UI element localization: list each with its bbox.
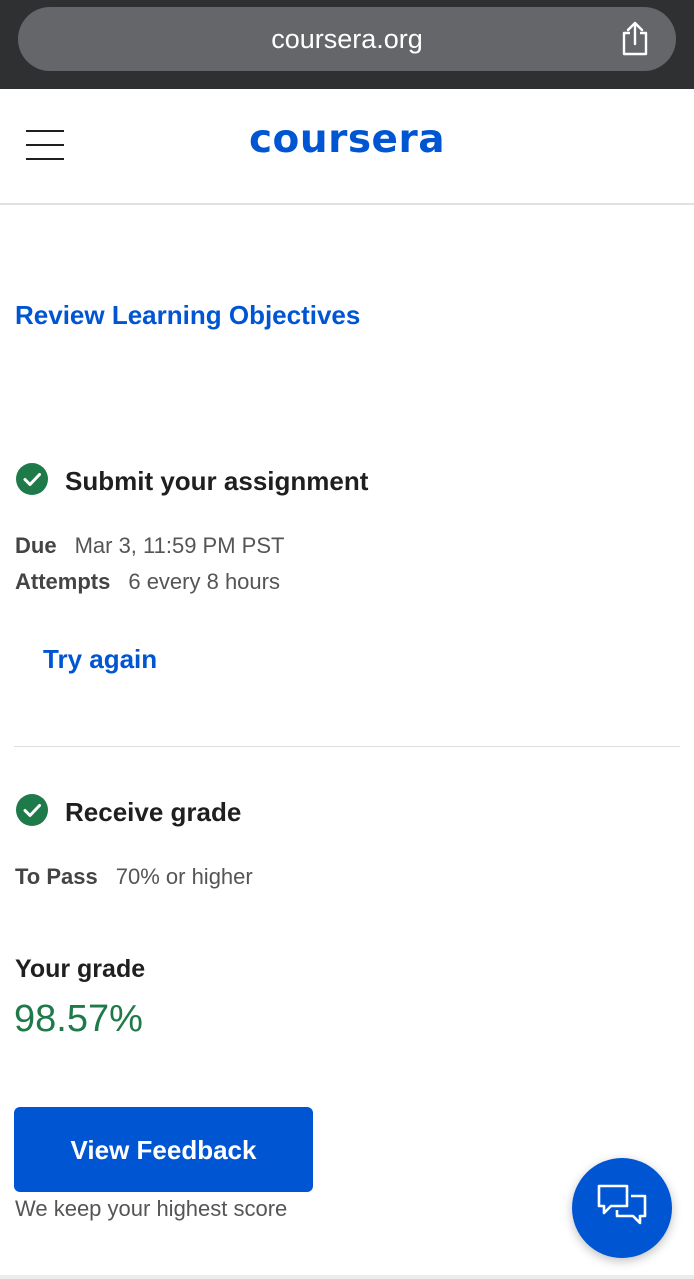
to-pass-value: 70% or higher: [115, 864, 253, 889]
chat-bubbles-icon: [597, 1184, 647, 1225]
to-pass-row: To Pass 70% or higher: [15, 864, 253, 890]
url-text[interactable]: coursera.org: [18, 7, 676, 71]
coursera-logo[interactable]: coursera: [0, 117, 694, 162]
bottom-edge: [0, 1275, 694, 1279]
share-icon[interactable]: [618, 21, 652, 57]
browser-bar: coursera.org: [0, 0, 694, 89]
view-feedback-button[interactable]: View Feedback: [14, 1107, 313, 1192]
due-value: Mar 3, 11:59 PM PST: [74, 533, 285, 558]
section-divider: [14, 746, 680, 747]
chat-button[interactable]: [572, 1158, 672, 1258]
submit-assignment-title: Submit your assignment: [65, 466, 369, 496]
highest-score-note: We keep your highest score: [15, 1196, 288, 1221]
your-grade-value: 98.57%: [14, 998, 143, 1040]
address-bar[interactable]: coursera.org: [18, 7, 676, 71]
review-learning-objectives-link[interactable]: Review Learning Objectives: [15, 300, 360, 331]
your-grade-label: Your grade: [15, 955, 146, 983]
due-label: Due: [15, 533, 57, 558]
try-again-link[interactable]: Try again: [43, 644, 157, 675]
receive-grade-title: Receive grade: [65, 797, 242, 827]
attempts-label: Attempts: [15, 569, 111, 594]
check-circle-icon: [16, 463, 48, 495]
check-circle-icon: [16, 794, 48, 826]
attempts-row: Attempts 6 every 8 hours: [15, 569, 280, 595]
attempts-value: 6 every 8 hours: [128, 569, 280, 594]
app-header: coursera: [0, 89, 694, 205]
to-pass-label: To Pass: [15, 864, 98, 889]
due-row: Due Mar 3, 11:59 PM PST: [15, 533, 284, 559]
